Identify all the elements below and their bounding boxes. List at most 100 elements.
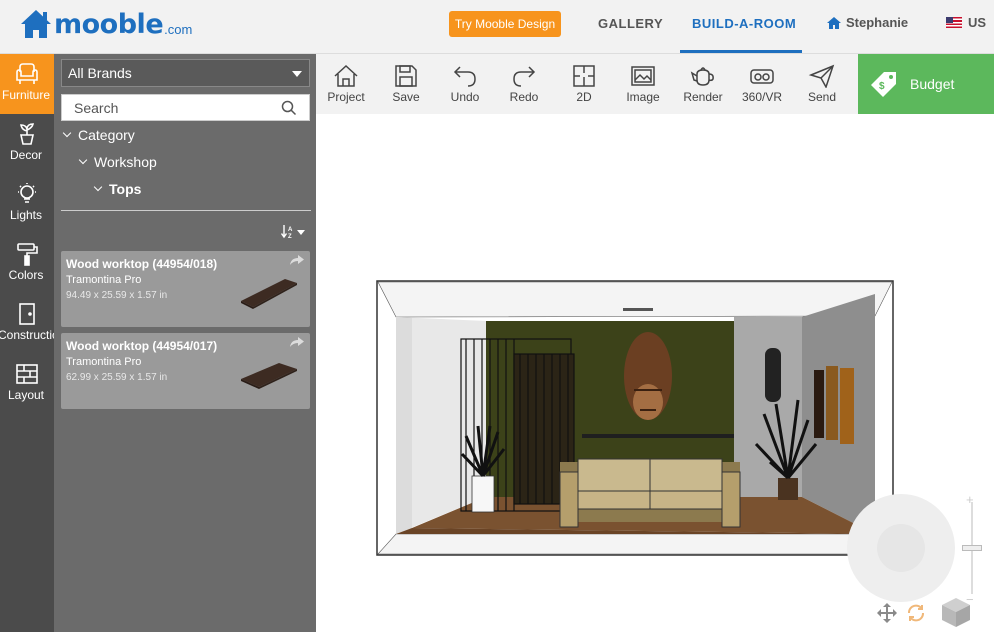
send-button[interactable]: Send	[792, 54, 852, 114]
pan-move-icon[interactable]	[876, 602, 898, 624]
redo-arrow-icon	[513, 66, 536, 87]
sort-button[interactable]: A Z	[281, 224, 305, 240]
budget-label: Budget	[910, 76, 955, 92]
price-tag-icon: $	[871, 72, 896, 97]
product-dimensions: 94.49 x 25.59 x 1.57 in	[66, 290, 168, 301]
budget-button[interactable]: $ Budget	[858, 54, 994, 114]
nav-build-a-room[interactable]: BUILD-A-ROOM	[692, 16, 796, 31]
rail-label-lights: Lights	[9, 208, 43, 222]
svg-text:Z: Z	[288, 234, 292, 240]
sort-az-icon: A Z	[281, 225, 293, 240]
active-nav-underline	[680, 50, 802, 53]
teapot-icon	[690, 67, 714, 86]
svg-text:$: $	[879, 81, 885, 92]
wood-worktop-thumbnail	[241, 279, 297, 309]
sofa	[559, 458, 741, 528]
door-icon	[19, 303, 35, 325]
chevron-down-icon	[78, 155, 88, 165]
rail-item-decor[interactable]: Decor	[0, 114, 54, 174]
rail-label-construction: Construction	[0, 328, 66, 342]
buddha-mask	[624, 332, 672, 420]
product-card[interactable]: Wood worktop (44954/018) Tramontina Pro …	[61, 251, 310, 327]
brand-select[interactable]: All Brands	[61, 59, 310, 87]
tree-item-tops[interactable]: Tops	[93, 181, 141, 197]
share-arrow-icon[interactable]	[290, 337, 304, 347]
vr-headset-icon	[750, 69, 774, 84]
home-icon	[827, 16, 841, 29]
3d-cube-view-icon[interactable]	[940, 596, 972, 628]
undo-arrow-icon	[453, 66, 476, 87]
paint-roller-icon	[17, 243, 38, 266]
panel-divider	[61, 210, 311, 211]
category-rail: Furniture Decor Lights Colors Constructi…	[0, 54, 66, 632]
logo-text: mooble	[54, 9, 164, 40]
search-input[interactable]	[62, 95, 262, 120]
search-icon[interactable]	[281, 100, 297, 116]
tree-item-workshop[interactable]: Workshop	[78, 154, 157, 170]
product-title: Wood worktop (44954/017)	[66, 339, 218, 353]
wood-worktop-thumbnail	[241, 363, 297, 389]
logo-suffix: .com	[164, 22, 193, 37]
caret-down-icon	[297, 229, 305, 235]
locale-label: US	[968, 15, 987, 30]
share-arrow-icon[interactable]	[290, 255, 304, 265]
2d-view-button[interactable]: 2D	[554, 54, 614, 114]
rail-item-layout[interactable]: Layout	[0, 354, 54, 414]
rail-label-colors: Colors	[8, 268, 44, 282]
360-vr-label: 360/VR	[741, 90, 783, 104]
image-button[interactable]: Image	[613, 54, 673, 114]
360-vr-button[interactable]: 360/VR	[732, 54, 792, 114]
2d-label: 2D	[576, 90, 592, 104]
paper-plane-icon	[808, 64, 835, 88]
redo-button[interactable]: Redo	[494, 54, 554, 114]
send-label: Send	[807, 90, 837, 104]
project-button[interactable]: Project	[316, 54, 376, 114]
try-mooble-design-button[interactable]: Try Mooble Design	[449, 11, 561, 37]
floor-tiles-icon	[16, 364, 38, 384]
rotate-icon[interactable]	[905, 602, 927, 624]
tree-item-category[interactable]: Category	[62, 127, 135, 143]
rail-item-furniture[interactable]: Furniture	[0, 54, 54, 114]
caret-down-icon	[292, 71, 302, 77]
editor-toolbar: Project Save Undo Redo 2D Image Render 3…	[316, 54, 858, 114]
picture-icon	[631, 66, 655, 86]
rail-item-colors[interactable]: Colors	[0, 234, 54, 294]
nav-gallery[interactable]: GALLERY	[598, 16, 663, 31]
render-label: Render	[683, 90, 723, 104]
plant-pot-icon	[20, 123, 35, 145]
user-name: Stephanie	[846, 15, 909, 30]
product-brand: Tramontina Pro	[66, 356, 142, 368]
save-button[interactable]: Save	[376, 54, 436, 114]
rail-label-furniture: Furniture	[1, 88, 51, 102]
rail-item-lights[interactable]: Lights	[0, 174, 54, 234]
product-dimensions: 62.99 x 25.59 x 1.57 in	[66, 372, 168, 383]
tree-label-workshop: Workshop	[94, 154, 157, 170]
chevron-down-icon	[62, 128, 72, 138]
orbit-wheel-center[interactable]	[877, 524, 925, 572]
3d-canvas[interactable]: + −	[316, 114, 994, 632]
rail-item-construction[interactable]: Construction	[0, 294, 66, 354]
zoom-slider-thumb[interactable]	[962, 545, 982, 551]
house-logo-icon	[21, 10, 51, 38]
tree-label-category: Category	[78, 127, 135, 143]
image-label: Image	[626, 90, 660, 104]
house-icon	[334, 64, 358, 87]
rail-label-layout: Layout	[7, 388, 45, 402]
render-button[interactable]: Render	[673, 54, 733, 114]
user-menu[interactable]: Stephanie	[826, 15, 908, 30]
floppy-disk-icon	[395, 65, 417, 87]
us-flag-icon	[946, 17, 962, 28]
search-field[interactable]	[61, 94, 310, 121]
floor-plan-icon	[573, 65, 595, 87]
orbit-navigation-wheel[interactable]	[847, 494, 955, 602]
undo-button[interactable]: Undo	[435, 54, 495, 114]
redo-label: Redo	[509, 90, 539, 104]
brand-select-value: All Brands	[68, 65, 132, 81]
save-label: Save	[392, 90, 420, 104]
catalog-panel: All Brands Category Workshop Tops A Z Wo…	[54, 54, 316, 632]
locale-selector[interactable]: US	[946, 15, 986, 30]
project-label: Project	[327, 90, 365, 104]
svg-text:A: A	[288, 227, 293, 233]
product-card[interactable]: Wood worktop (44954/017) Tramontina Pro …	[61, 333, 310, 409]
mooble-logo[interactable]: mooble .com	[18, 8, 192, 40]
